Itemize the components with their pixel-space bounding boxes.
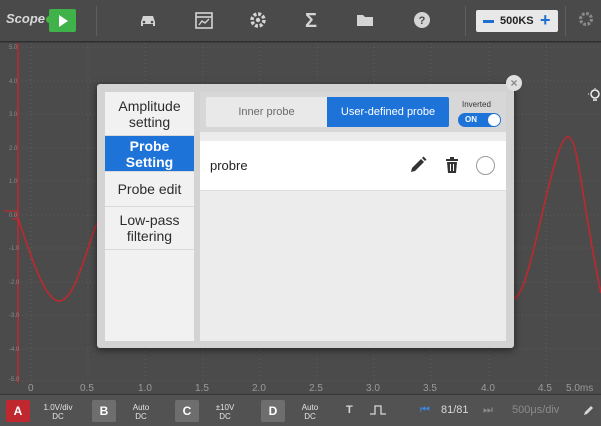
tab-inner-probe[interactable]: Inner probe	[206, 97, 327, 127]
probe-type-selector: Inner probe User-defined probe Inverted …	[200, 92, 506, 132]
probe-name: probre	[210, 158, 248, 173]
sidebar-item-probe-setting[interactable]: Probe Setting	[105, 136, 194, 172]
trash-icon[interactable]	[442, 155, 462, 175]
inverted-toggle[interactable]: ON	[458, 113, 501, 127]
probe-dialog-layer: Amplitude setting Probe Setting Probe ed…	[0, 0, 601, 426]
list-item[interactable]: probre	[200, 141, 506, 191]
inverted-toggle-state: ON	[465, 115, 477, 124]
tab-user-defined-probe[interactable]: User-defined probe	[327, 97, 449, 127]
sidebar-item-low-pass-filtering[interactable]: Low-pass filtering	[105, 207, 194, 250]
dialog-sidebar: Amplitude setting Probe Setting Probe ed…	[105, 92, 194, 341]
toggle-knob	[488, 114, 500, 126]
sidebar-item-probe-edit[interactable]: Probe edit	[105, 172, 194, 207]
probe-content-panel: Inner probe User-defined probe Inverted …	[200, 92, 506, 341]
pencil-icon[interactable]	[408, 155, 428, 175]
close-icon[interactable]: ×	[506, 75, 522, 91]
probe-select-radio[interactable]	[476, 156, 495, 175]
inverted-label: Inverted	[462, 100, 491, 109]
probe-settings-dialog: Amplitude setting Probe Setting Probe ed…	[97, 84, 514, 348]
sidebar-item-amplitude-setting[interactable]: Amplitude setting	[105, 92, 194, 136]
